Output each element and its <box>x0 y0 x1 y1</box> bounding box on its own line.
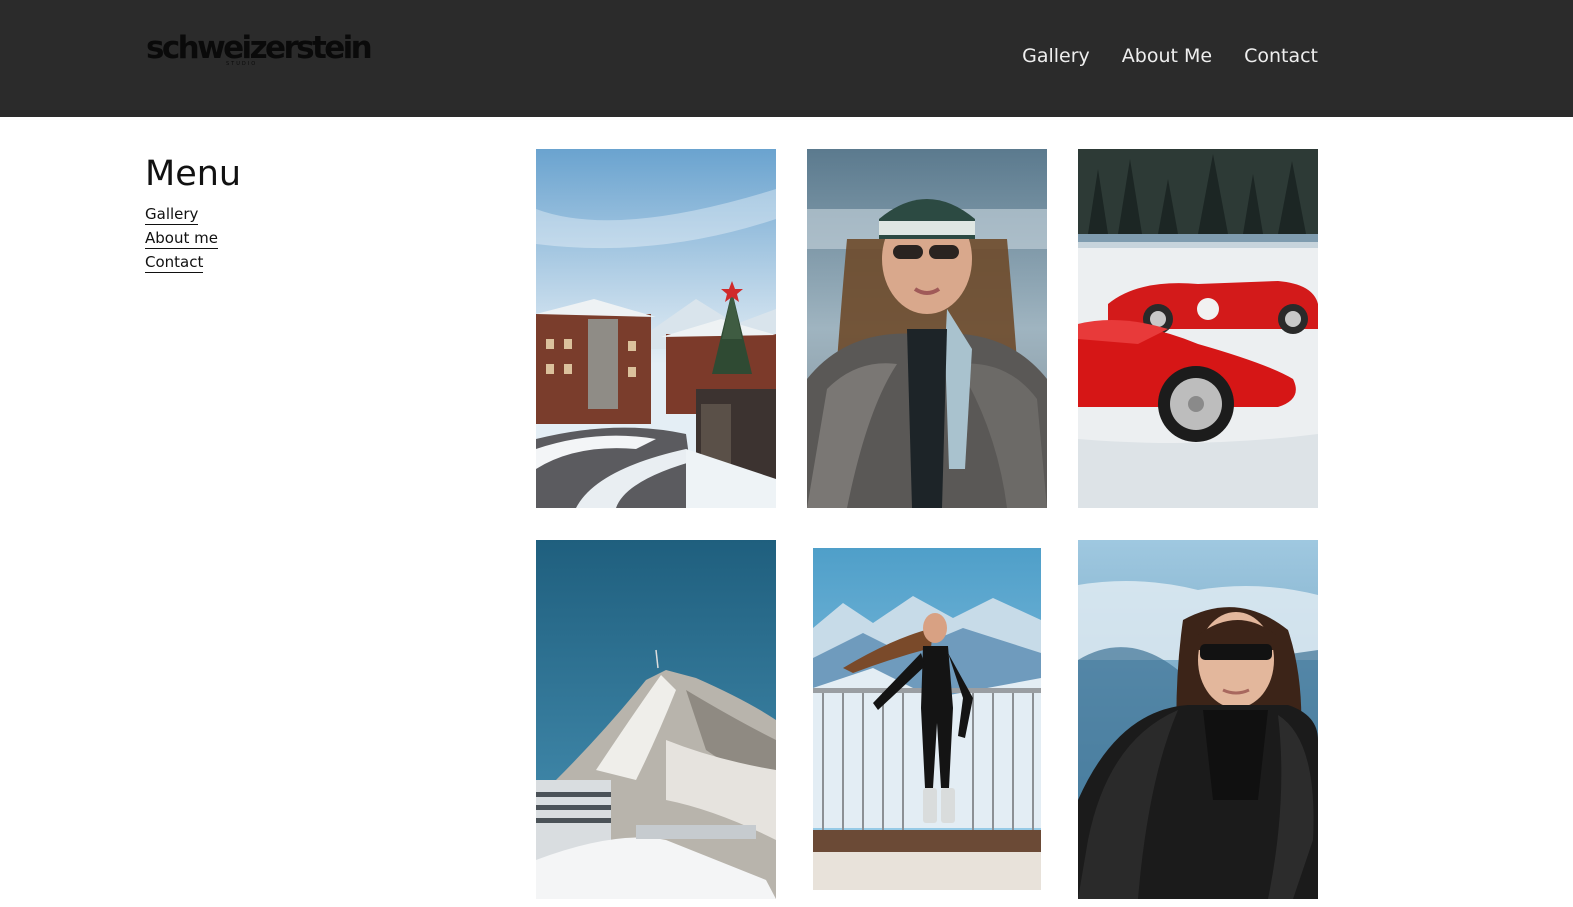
sidebar-gallery-link[interactable]: Gallery <box>145 205 199 225</box>
nav-contact-link[interactable]: Contact <box>1244 42 1318 70</box>
sidebar-item-about: About me <box>145 227 445 251</box>
gallery-photo-woman-black-fur[interactable] <box>1078 540 1318 899</box>
nav-gallery-link[interactable]: Gallery <box>1022 42 1090 70</box>
woman-balcony-photo-image <box>813 548 1041 890</box>
nav-about-link[interactable]: About Me <box>1122 42 1212 70</box>
sidebar-link-list: Gallery About me Contact <box>145 203 445 275</box>
gallery-photo-mountain-peak[interactable] <box>536 540 776 899</box>
woman-black-fur-photo-image <box>1078 540 1318 899</box>
top-nav: Gallery About Me Contact <box>1022 42 1318 70</box>
gallery-photo-village[interactable] <box>536 149 776 508</box>
sidebar-title: Menu <box>145 154 242 194</box>
gallery-photo-race-cars[interactable] <box>1078 149 1318 508</box>
logo-subtext: STUDIO <box>226 61 258 67</box>
woman-beanie-photo-image <box>807 149 1047 508</box>
sidebar-item-gallery: Gallery <box>145 203 445 227</box>
race-cars-photo-image <box>1078 149 1318 508</box>
sidebar-about-link[interactable]: About me <box>145 229 218 249</box>
gallery-photo-woman-balcony[interactable] <box>813 548 1041 890</box>
sidebar-item-contact: Contact <box>145 251 445 275</box>
site-header: schweizerstein STUDIO Gallery About Me C… <box>0 0 1573 117</box>
sidebar-menu: Menu Gallery About me Contact <box>145 150 445 275</box>
logo-wordmark: schweizerstein <box>146 30 373 66</box>
sidebar-contact-link[interactable]: Contact <box>145 253 204 273</box>
village-photo-image <box>536 149 776 508</box>
gallery-photo-woman-beanie[interactable] <box>807 149 1047 508</box>
site-logo[interactable]: schweizerstein STUDIO <box>146 28 373 68</box>
mountain-peak-photo-image <box>536 540 776 899</box>
